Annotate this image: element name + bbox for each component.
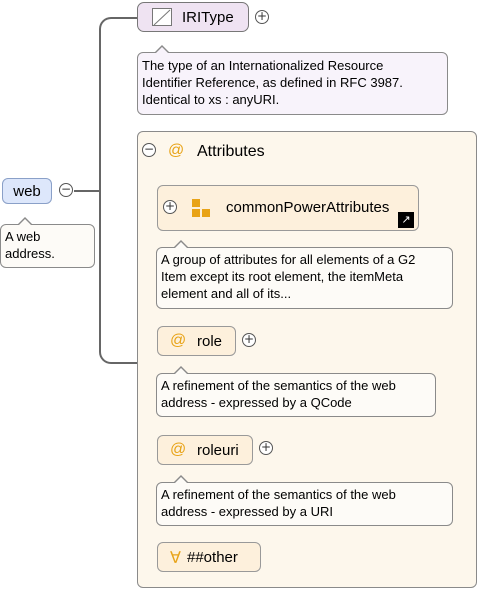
- any-other-label: ##other: [187, 549, 238, 566]
- iritype-description: The type of an Internationalized Resourc…: [137, 45, 448, 115]
- attribute-any-other[interactable]: ∀ ##other: [157, 542, 261, 572]
- attribute-role[interactable]: @ role: [157, 326, 236, 356]
- connector-web-to-trunk: [74, 190, 100, 192]
- connector-trunk: [99, 17, 139, 364]
- expand-roleuri-toggle[interactable]: +: [259, 441, 273, 455]
- role-label: role: [197, 333, 223, 350]
- role-at-icon: @: [170, 332, 187, 349]
- expand-iritype-toggle[interactable]: +: [255, 10, 269, 24]
- attributes-label: Attributes: [197, 143, 265, 160]
- common-power-attributes-description: A group of attributes for all elements o…: [156, 240, 453, 309]
- web-description: A web address.: [0, 217, 95, 268]
- expand-common-power-attributes-toggle[interactable]: +: [163, 200, 177, 214]
- external-link-icon[interactable]: ↗: [398, 212, 414, 228]
- type-iritype-label: IRIType: [182, 9, 234, 26]
- attribute-group-icon: [192, 199, 212, 219]
- roleuri-description: A refinement of the semantics of the web…: [156, 475, 453, 526]
- element-web-label: web: [13, 182, 41, 200]
- complex-type-icon: [152, 8, 172, 26]
- attributes-at-icon: @: [168, 142, 185, 159]
- role-description: A refinement of the semantics of the web…: [156, 366, 436, 417]
- any-attribute-icon: ∀: [170, 548, 181, 567]
- roleuri-at-icon: @: [170, 441, 187, 458]
- expand-role-toggle[interactable]: +: [242, 333, 256, 347]
- type-iritype[interactable]: IRIType: [137, 2, 249, 32]
- roleuri-label: roleuri: [197, 442, 239, 459]
- element-web[interactable]: web: [2, 178, 52, 204]
- common-power-attributes-label: commonPowerAttributes: [226, 199, 390, 216]
- collapse-attributes-toggle[interactable]: −: [142, 143, 156, 157]
- group-common-power-attributes[interactable]: + commonPowerAttributes ↗: [157, 185, 419, 231]
- attribute-roleuri[interactable]: @ roleuri: [157, 435, 253, 465]
- collapse-web-toggle[interactable]: −: [59, 183, 73, 197]
